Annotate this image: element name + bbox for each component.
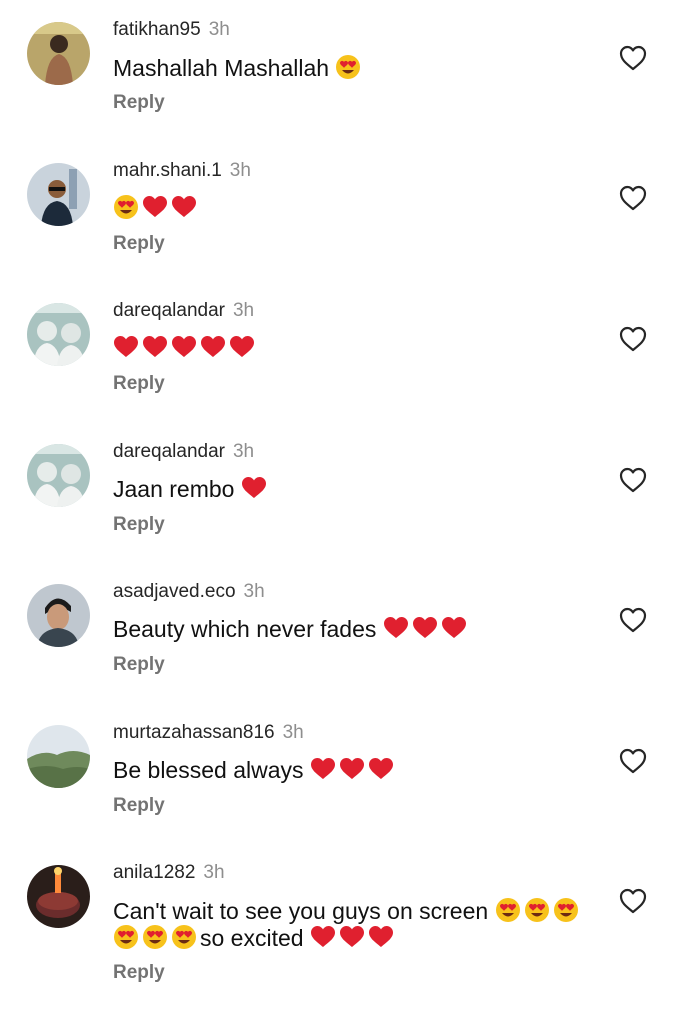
reply-button[interactable]: Reply — [113, 513, 165, 537]
comment-meta: fatikhan95 3h — [113, 18, 230, 42]
heart-outline-icon — [619, 326, 647, 352]
reply-button[interactable]: Reply — [113, 372, 165, 396]
heart-outline-icon — [619, 888, 647, 914]
red-heart-emoji — [412, 616, 438, 640]
timestamp: 3h — [243, 581, 265, 602]
comment-meta: mahr.shani.1 3h — [113, 159, 251, 183]
heart-outline-icon — [619, 607, 647, 633]
heart-outline-icon — [619, 185, 647, 211]
heart-eyes-emoji — [113, 194, 139, 220]
reply-button[interactable]: Reply — [113, 91, 165, 115]
username[interactable]: fatikhan95 — [113, 19, 201, 40]
red-heart-emoji — [142, 195, 168, 219]
comment-text — [113, 194, 593, 222]
red-heart-emoji — [368, 757, 394, 781]
comment-text: Jaan rembo — [113, 476, 593, 503]
username[interactable]: asadjaved.eco — [113, 581, 236, 602]
like-button[interactable] — [619, 748, 647, 774]
comment-text-content: Jaan rembo — [113, 476, 235, 502]
red-heart-emoji — [368, 925, 394, 949]
timestamp: 3h — [232, 441, 255, 462]
comment-text: Beauty which never fades — [113, 616, 593, 643]
heart-eyes-emoji — [335, 54, 361, 80]
heart-eyes-emoji — [553, 897, 579, 923]
red-heart-emoji — [339, 925, 365, 949]
comment-meta: dareqalandar 3h — [113, 440, 254, 464]
heart-eyes-emoji — [524, 897, 550, 923]
comment-text — [113, 335, 593, 362]
username[interactable]: dareqalandar — [113, 300, 225, 321]
comment-text-line2: so excited — [113, 924, 593, 952]
heart-eyes-emoji — [171, 924, 197, 950]
timestamp: 3h — [232, 300, 255, 321]
comment-text-content: Be blessed always — [113, 757, 304, 783]
comment-text-content: Beauty which never fades — [113, 616, 377, 642]
heart-outline-icon — [619, 45, 647, 71]
avatar[interactable] — [27, 725, 90, 788]
red-heart-emoji — [229, 335, 255, 359]
like-button[interactable] — [619, 607, 647, 633]
comment-text: Can't wait to see you guys on screen — [113, 897, 593, 925]
like-button[interactable] — [619, 888, 647, 914]
comment-text-content-line2: so excited — [200, 925, 304, 951]
comment-meta: murtazahassan816 3h — [113, 721, 304, 745]
avatar[interactable] — [27, 303, 90, 366]
red-heart-emoji — [310, 757, 336, 781]
avatar[interactable] — [27, 444, 90, 507]
comment-text: Mashallah Mashallah — [113, 54, 593, 82]
like-button[interactable] — [619, 185, 647, 211]
heart-eyes-emoji — [495, 897, 521, 923]
red-heart-emoji — [171, 195, 197, 219]
red-heart-emoji — [339, 757, 365, 781]
reply-button[interactable]: Reply — [113, 653, 165, 677]
heart-eyes-emoji — [142, 924, 168, 950]
username[interactable]: mahr.shani.1 — [113, 160, 222, 181]
username[interactable]: anila1282 — [113, 862, 195, 883]
like-button[interactable] — [619, 45, 647, 71]
red-heart-emoji — [441, 616, 467, 640]
red-heart-emoji — [142, 335, 168, 359]
reply-button[interactable]: Reply — [113, 794, 165, 818]
like-button[interactable] — [619, 467, 647, 493]
red-heart-emoji — [241, 476, 267, 500]
reply-button[interactable]: Reply — [113, 232, 165, 256]
heart-outline-icon — [619, 467, 647, 493]
heart-eyes-emoji — [113, 924, 139, 950]
comment-meta: asadjaved.eco 3h — [113, 580, 265, 604]
comment-text: Be blessed always — [113, 757, 593, 784]
timestamp: 3h — [229, 160, 251, 181]
timestamp: 3h — [282, 722, 304, 743]
red-heart-emoji — [200, 335, 226, 359]
red-heart-emoji — [113, 335, 139, 359]
heart-outline-icon — [619, 748, 647, 774]
comment-text-content: Mashallah Mashallah — [113, 55, 330, 81]
avatar[interactable] — [27, 163, 90, 226]
comment-meta: dareqalandar 3h — [113, 299, 254, 323]
username[interactable]: dareqalandar — [113, 441, 225, 462]
like-button[interactable] — [619, 326, 647, 352]
timestamp: 3h — [208, 19, 230, 40]
username[interactable]: murtazahassan816 — [113, 722, 275, 743]
reply-button[interactable]: Reply — [113, 961, 165, 985]
avatar[interactable] — [27, 22, 90, 85]
red-heart-emoji — [310, 925, 336, 949]
red-heart-emoji — [383, 616, 409, 640]
avatar[interactable] — [27, 865, 90, 928]
comment-text-content: Can't wait to see you guys on screen — [113, 898, 489, 924]
avatar[interactable] — [27, 584, 90, 647]
comment-meta: anila1282 3h — [113, 861, 225, 885]
red-heart-emoji — [171, 335, 197, 359]
timestamp: 3h — [203, 862, 225, 883]
